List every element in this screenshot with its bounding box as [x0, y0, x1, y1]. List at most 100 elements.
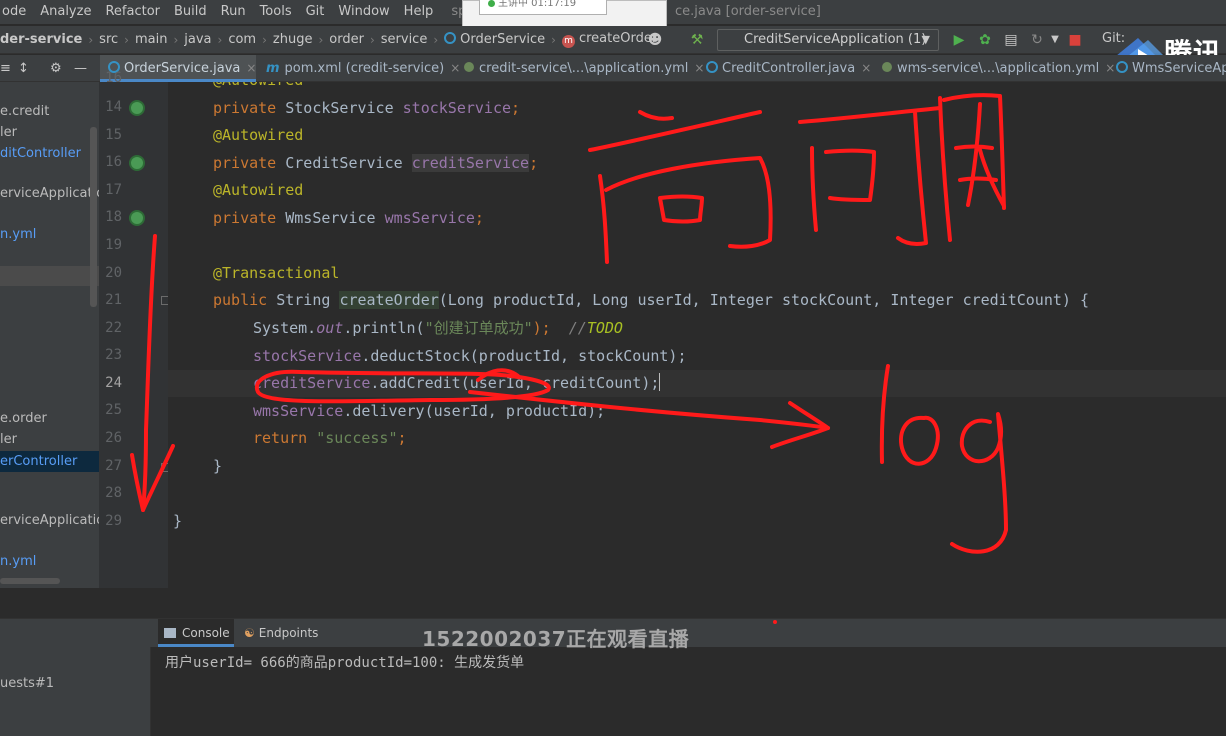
breadcrumb-service[interactable]: service — [381, 32, 428, 47]
code-line: wmsService.delivery(userId, productId); — [253, 402, 606, 420]
chevron-right-icon: › — [433, 32, 439, 47]
line-number: 17 — [105, 182, 122, 198]
line-number: 15 — [105, 127, 122, 143]
user-icon[interactable]: ☻ — [646, 31, 664, 49]
breadcrumb-main[interactable]: main — [135, 32, 167, 47]
chevron-right-icon: › — [262, 32, 267, 47]
line-number-current: 24 — [105, 375, 122, 391]
menu-git[interactable]: Git — [299, 0, 332, 24]
project-tree-panel: e.credit ler ditController erviceApplica… — [0, 82, 99, 588]
breadcrumb-src[interactable]: src — [99, 32, 118, 47]
tab-pom[interactable]: m pom.xml (credit-service) × — [258, 55, 460, 82]
run-item-label[interactable]: uests#1 — [0, 676, 54, 691]
tree-item[interactable]: n.yml — [0, 227, 36, 242]
code-line: System.out.println("创建订单成功"); //TODO — [253, 319, 623, 337]
tab-credit-application-yml[interactable]: credit-service\...\application.yml × — [456, 55, 704, 82]
scrollbar[interactable] — [90, 127, 97, 307]
tree-item-selected[interactable]: erController — [0, 451, 99, 472]
chevron-right-icon: › — [217, 32, 223, 47]
scrollbar-horizontal[interactable] — [0, 578, 60, 584]
tree-item[interactable]: ditController — [0, 146, 81, 161]
tree-item[interactable]: ler — [0, 432, 17, 447]
tree-item[interactable]: n.yml — [0, 554, 36, 569]
line-number: 16 — [105, 154, 122, 170]
collapse-icon[interactable]: ↕ — [16, 55, 36, 82]
chevron-right-icon: › — [124, 32, 129, 47]
coverage-icon[interactable]: ▤ — [1002, 31, 1020, 49]
method-icon: m — [561, 35, 575, 48]
menu-analyze[interactable]: Analyze — [33, 0, 98, 24]
tree-item[interactable]: erviceApplicatio — [0, 513, 99, 528]
tree-item[interactable]: ler — [0, 125, 17, 140]
menu-help[interactable]: Help — [397, 0, 441, 24]
close-icon[interactable]: × — [861, 61, 871, 75]
stream-timer: 主讲中 01:17:19 — [479, 0, 607, 15]
debug-icon[interactable]: ✿ — [976, 31, 994, 49]
tab-creditcontroller[interactable]: CreditController.java × — [698, 55, 871, 82]
gear-icon[interactable]: ⚙ — [48, 55, 68, 82]
chevron-right-icon: › — [369, 32, 375, 47]
console-icon — [164, 628, 176, 638]
breadcrumb-order[interactable]: order — [329, 32, 364, 47]
run-configuration-select[interactable]: CreditServiceApplication (1) ▼ — [717, 29, 939, 51]
menu-run[interactable]: Run — [214, 0, 253, 24]
tab-wms-application-yml[interactable]: wms-service\...\application.yml × — [874, 55, 1115, 82]
line-number: 29 — [105, 513, 122, 529]
stop-icon[interactable]: ■ — [1066, 31, 1084, 49]
code-editor[interactable]: @Autowired private StockService stockSer… — [168, 82, 1226, 588]
menu-tools[interactable]: Tools — [253, 0, 299, 24]
profile-icon[interactable]: ↻ — [1028, 31, 1046, 49]
code-line: private StockService stockService; — [213, 99, 521, 117]
chevron-right-icon: › — [318, 32, 324, 47]
tree-item[interactable]: e.credit — [0, 104, 49, 119]
window-title: ce.java [order-service] — [675, 4, 821, 19]
tree-item[interactable]: erviceApplicatio — [0, 186, 99, 201]
menu-refactor[interactable]: Refactor — [98, 0, 167, 24]
run-tool-sidebar: uests#1 — [0, 619, 150, 736]
minimize-icon[interactable]: — — [72, 55, 92, 82]
run-configuration-label: CreditServiceApplication (1) — [744, 32, 927, 47]
menu-code[interactable]: ode — [0, 0, 33, 24]
tab-console[interactable]: Console — [158, 619, 234, 647]
menu-window[interactable]: Window — [331, 0, 396, 24]
editor-gutter: 16 14 15 16 17 18 19 20 21 22 23 24 25 2… — [99, 70, 170, 588]
line-number: 16 — [105, 70, 122, 86]
spring-bean-icon[interactable] — [129, 100, 145, 116]
line-number: 25 — [105, 402, 122, 418]
breadcrumb-com[interactable]: com — [228, 32, 256, 47]
chevron-right-icon: › — [551, 32, 556, 47]
tab-endpoints[interactable]: ☯ Endpoints — [244, 619, 334, 647]
class-icon — [444, 32, 457, 44]
code-line: private CreditService creditService; — [213, 154, 539, 172]
close-icon[interactable]: × — [246, 61, 256, 75]
build-hammer-icon[interactable]: ⚒ — [688, 31, 706, 49]
live-viewer-notice: 1522002037正在观看直播 — [422, 627, 690, 651]
menu-build[interactable]: Build — [167, 0, 214, 24]
tree-item-highlight[interactable] — [0, 266, 99, 286]
tab-label: ≡ — [0, 61, 11, 76]
breadcrumb-class[interactable]: OrderService — [444, 32, 545, 47]
class-icon — [706, 61, 718, 73]
stream-timer-text: 主讲中 01:17:19 — [498, 0, 577, 9]
chevron-down-icon[interactable]: ▼ — [1046, 31, 1064, 49]
breadcrumb-zhuge[interactable]: zhuge — [273, 32, 313, 47]
line-number: 27 — [105, 458, 122, 474]
line-number: 22 — [105, 320, 122, 336]
spring-bean-icon[interactable] — [129, 155, 145, 171]
text-cursor — [659, 373, 661, 391]
chevron-down-icon: ▼ — [921, 33, 930, 46]
run-icon[interactable]: ▶ — [950, 31, 968, 49]
line-number: 18 — [105, 209, 122, 225]
line-number: 26 — [105, 430, 122, 446]
chevron-right-icon: › — [173, 32, 179, 47]
tab-wmsserviceapplication[interactable]: WmsServiceAppl — [1108, 55, 1226, 82]
breadcrumb-java[interactable]: java — [184, 32, 211, 47]
line-number: 21 — [105, 292, 122, 308]
breadcrumb-module[interactable]: der-service — [0, 32, 82, 47]
tab-orderservice[interactable]: OrderService.java × — [100, 55, 256, 82]
yaml-icon — [882, 62, 892, 72]
spring-bean-icon[interactable] — [129, 210, 145, 226]
line-number: 28 — [105, 485, 122, 501]
breadcrumb-method[interactable]: m createOrder — [561, 31, 657, 48]
tree-item[interactable]: e.order — [0, 411, 47, 426]
